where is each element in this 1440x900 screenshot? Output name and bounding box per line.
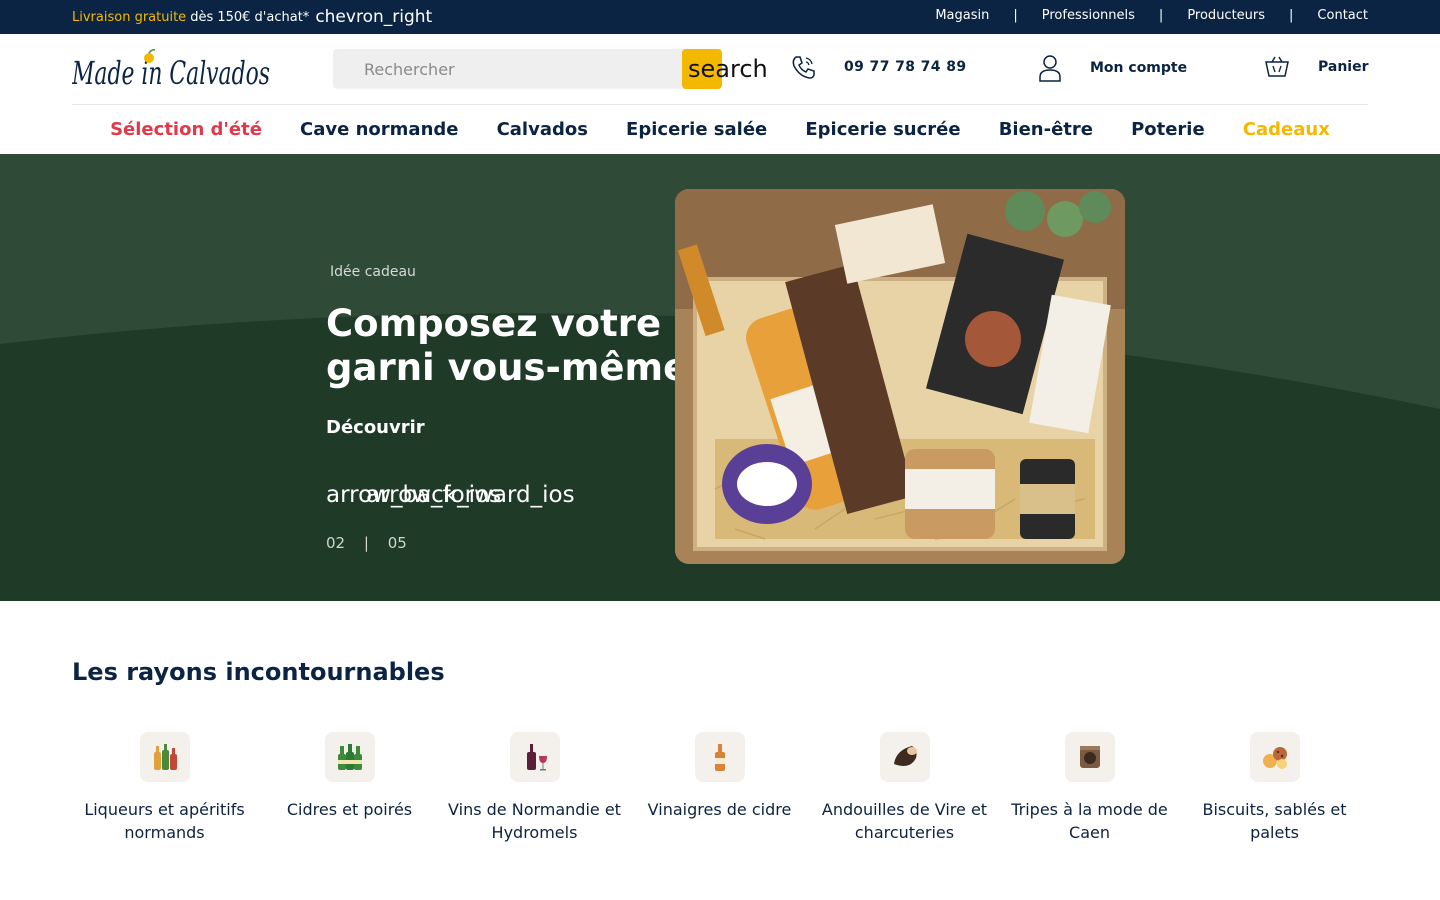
search-button[interactable]: search: [682, 49, 768, 89]
logo-wordmark: Made in Calvados: [71, 49, 270, 92]
category-item[interactable]: Liqueurs et apéritifs normands: [72, 732, 257, 844]
biscuits-icon: [1249, 732, 1300, 782]
category-item[interactable]: Andouilles de Vire et charcuteries: [812, 732, 997, 844]
category-item[interactable]: Biscuits, sablés et palets: [1182, 732, 1367, 844]
top-links: Magasin | Professionnels | Producteurs |…: [935, 8, 1368, 23]
cider-bottles-icon: [324, 732, 375, 782]
hero-carousel: Idée cadeau Composez votre panier garni …: [0, 154, 1440, 601]
svg-text:Made in Calvados: Made in Calvados: [72, 54, 270, 92]
nav-item-epicerie-salee[interactable]: Epicerie salée: [626, 119, 767, 140]
nav-item-cave-normande[interactable]: Cave normande: [300, 119, 458, 140]
search-bar: search: [333, 49, 768, 89]
chevron-right-icon[interactable]: chevron_right: [315, 7, 432, 27]
nav-item-calvados[interactable]: Calvados: [497, 119, 588, 140]
promo-highlight: Livraison gratuite: [72, 9, 187, 25]
link-producteurs[interactable]: Producteurs: [1187, 8, 1265, 23]
sausage-icon: [879, 732, 930, 782]
pager-separator: |: [363, 534, 369, 552]
total-slides: 05: [387, 534, 407, 552]
separator: |: [1158, 8, 1164, 23]
phone-number: 09 77 78 74 89: [844, 59, 967, 75]
cart-icon: [1265, 56, 1289, 77]
category-item[interactable]: Vins de Normandie et Hydromels: [442, 732, 627, 844]
promo-text: dès 150€ d'achat*: [190, 9, 310, 25]
user-icon: [1039, 55, 1061, 82]
bottles-icon: [139, 732, 190, 782]
category-label: Liqueurs et apéritifs normands: [84, 800, 245, 842]
category-item[interactable]: Cidres et poirés: [257, 732, 442, 844]
account-label: Mon compte: [1090, 60, 1188, 76]
category-label: Vins de Normandie et Hydromels: [448, 800, 621, 842]
link-professionnels[interactable]: Professionnels: [1042, 8, 1135, 23]
nav-item-cadeaux[interactable]: Cadeaux: [1243, 119, 1330, 140]
phone-icon: [792, 56, 815, 79]
nav-item-bien-etre[interactable]: Bien-être: [999, 119, 1093, 140]
category-label: Vinaigres de cidre: [647, 800, 792, 819]
carousel-next-button[interactable]: arrow_forward_ios: [366, 482, 575, 508]
link-magasin[interactable]: Magasin: [935, 8, 989, 23]
nav-item-poterie[interactable]: Poterie: [1131, 119, 1205, 140]
category-label: Cidres et poirés: [286, 800, 413, 819]
phone-contact[interactable]: 09 77 78 74 89: [790, 54, 967, 80]
vinegar-icon: [694, 732, 745, 782]
free-shipping-promo[interactable]: Livraison gratuite dès 150€ d'achat* che…: [72, 7, 432, 27]
site-logo[interactable]: Made in Calvados: [71, 48, 272, 92]
hero-eyebrow: Idée cadeau: [330, 264, 416, 280]
tripe-jar-icon: [1064, 732, 1115, 782]
category-item[interactable]: Vinaigres de cidre: [627, 732, 812, 844]
top-bar: Livraison gratuite dès 150€ d'achat* che…: [0, 0, 1440, 34]
wine-icon: [509, 732, 560, 782]
site-header: Made in Calvados search 09 77 78 74 89 M…: [0, 34, 1440, 104]
link-contact[interactable]: Contact: [1317, 8, 1368, 23]
hero-gift-basket-image: [675, 189, 1125, 564]
category-label: Biscuits, sablés et palets: [1202, 800, 1347, 842]
nav-item-selection-ete[interactable]: Sélection d'été: [110, 119, 262, 140]
carousel-arrows: arrow_back_ios arrow_forward_ios: [326, 482, 626, 512]
category-label: Tripes à la mode de Caen: [1011, 800, 1168, 842]
search-input[interactable]: [333, 49, 683, 89]
separator: |: [1289, 8, 1294, 23]
carousel-pager: 02 | 05: [326, 534, 407, 552]
cart-label: Panier: [1318, 59, 1369, 75]
categories-list: Liqueurs et apéritifs normands Cidres et…: [72, 732, 1368, 844]
category-item[interactable]: Tripes à la mode de Caen: [997, 732, 1182, 844]
current-slide: 02: [326, 534, 346, 552]
hero-cta-button[interactable]: Découvrir: [326, 417, 425, 438]
separator: |: [1013, 8, 1018, 23]
category-label: Andouilles de Vire et charcuteries: [821, 800, 988, 842]
gift-basket-illustration: [675, 189, 1125, 564]
categories-title: Les rayons incontournables: [72, 658, 445, 686]
main-nav: Sélection d'été Cave normande Calvados E…: [72, 105, 1368, 154]
nav-item-epicerie-sucree[interactable]: Epicerie sucrée: [805, 119, 960, 140]
account-link[interactable]: Mon compte: [1038, 54, 1187, 82]
cart-link[interactable]: Panier: [1264, 56, 1369, 78]
